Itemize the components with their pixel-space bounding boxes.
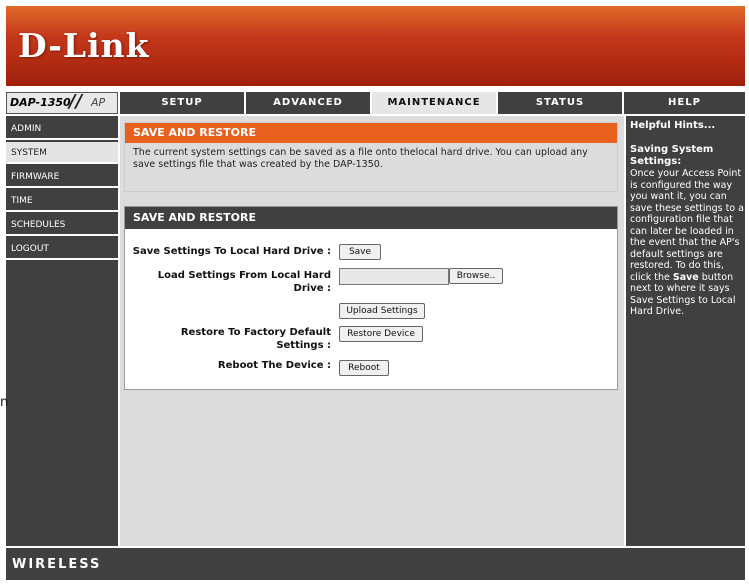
- intro-box: SAVE AND RESTORE The current system sett…: [124, 122, 618, 192]
- intro-title: SAVE AND RESTORE: [125, 123, 617, 143]
- save-restore-panel: SAVE AND RESTORE Save Settings To Local …: [124, 206, 618, 390]
- tab-status[interactable]: STATUS: [496, 92, 622, 114]
- sidebar-item-time[interactable]: TIME: [6, 190, 118, 212]
- stray-text: n: [0, 395, 9, 410]
- tab-setup[interactable]: SETUP: [118, 92, 244, 114]
- upload-settings-button[interactable]: Upload Settings: [339, 303, 425, 319]
- footer-wireless-label: WIRELESS: [12, 557, 102, 572]
- sidebar-item-system[interactable]: SYSTEM: [6, 142, 118, 164]
- sidebar-item-schedules[interactable]: SCHEDULES: [6, 214, 118, 236]
- hints-body-bold: Save: [672, 271, 699, 283]
- sidebar: ADMIN SYSTEM FIRMWARE TIME SCHEDULES LOG…: [6, 116, 118, 546]
- save-settings-label: Save Settings To Local Hard Drive :: [132, 246, 331, 257]
- hints-subtitle: Saving System Settings:: [630, 144, 714, 167]
- sidebar-item-admin[interactable]: ADMIN: [6, 118, 118, 140]
- model-badge: DAP-1350 // AP: [6, 91, 118, 114]
- dlink-logo: D-Link: [18, 26, 150, 65]
- restore-label: Restore To Factory Default Settings :: [180, 327, 331, 351]
- reboot-button[interactable]: Reboot: [339, 360, 389, 376]
- footer: WIRELESS: [6, 548, 745, 580]
- model-suffix: AP: [91, 96, 106, 109]
- save-button[interactable]: Save: [339, 244, 381, 260]
- reboot-label: Reboot The Device :: [217, 360, 331, 371]
- panel-title: SAVE AND RESTORE: [125, 207, 617, 229]
- hints-body-text: Once your Access Point is configured the…: [630, 168, 744, 283]
- intro-text: The current system settings can be saved…: [133, 147, 588, 170]
- top-navigation: DAP-1350 // AP SETUP ADVANCED MAINTENANC…: [6, 91, 745, 114]
- app-frame: D-Link DAP-1350 // AP SETUP ADVANCED MAI…: [6, 6, 745, 580]
- tab-help[interactable]: HELP: [622, 92, 745, 114]
- sidebar-item-logout[interactable]: LOGOUT: [6, 238, 118, 260]
- hints-title: Helpful Hints...: [630, 120, 716, 131]
- main-content: SAVE AND RESTORE The current system sett…: [120, 116, 624, 546]
- load-settings-label: Load Settings From Local Hard Drive :: [157, 270, 331, 294]
- helpful-hints: Helpful Hints... Saving System Settings:…: [626, 116, 745, 546]
- tab-advanced[interactable]: ADVANCED: [244, 92, 370, 114]
- tab-maintenance[interactable]: MAINTENANCE: [370, 92, 496, 114]
- hints-body: Once your Access Point is configured the…: [630, 168, 744, 318]
- model-slash: //: [69, 91, 83, 112]
- restore-device-button[interactable]: Restore Device: [339, 326, 423, 342]
- file-path-input[interactable]: [339, 268, 449, 285]
- header-banner: D-Link: [6, 6, 745, 86]
- sidebar-item-firmware[interactable]: FIRMWARE: [6, 166, 118, 188]
- model-name: DAP-1350: [10, 96, 71, 109]
- browse-button[interactable]: Browse..: [449, 268, 503, 284]
